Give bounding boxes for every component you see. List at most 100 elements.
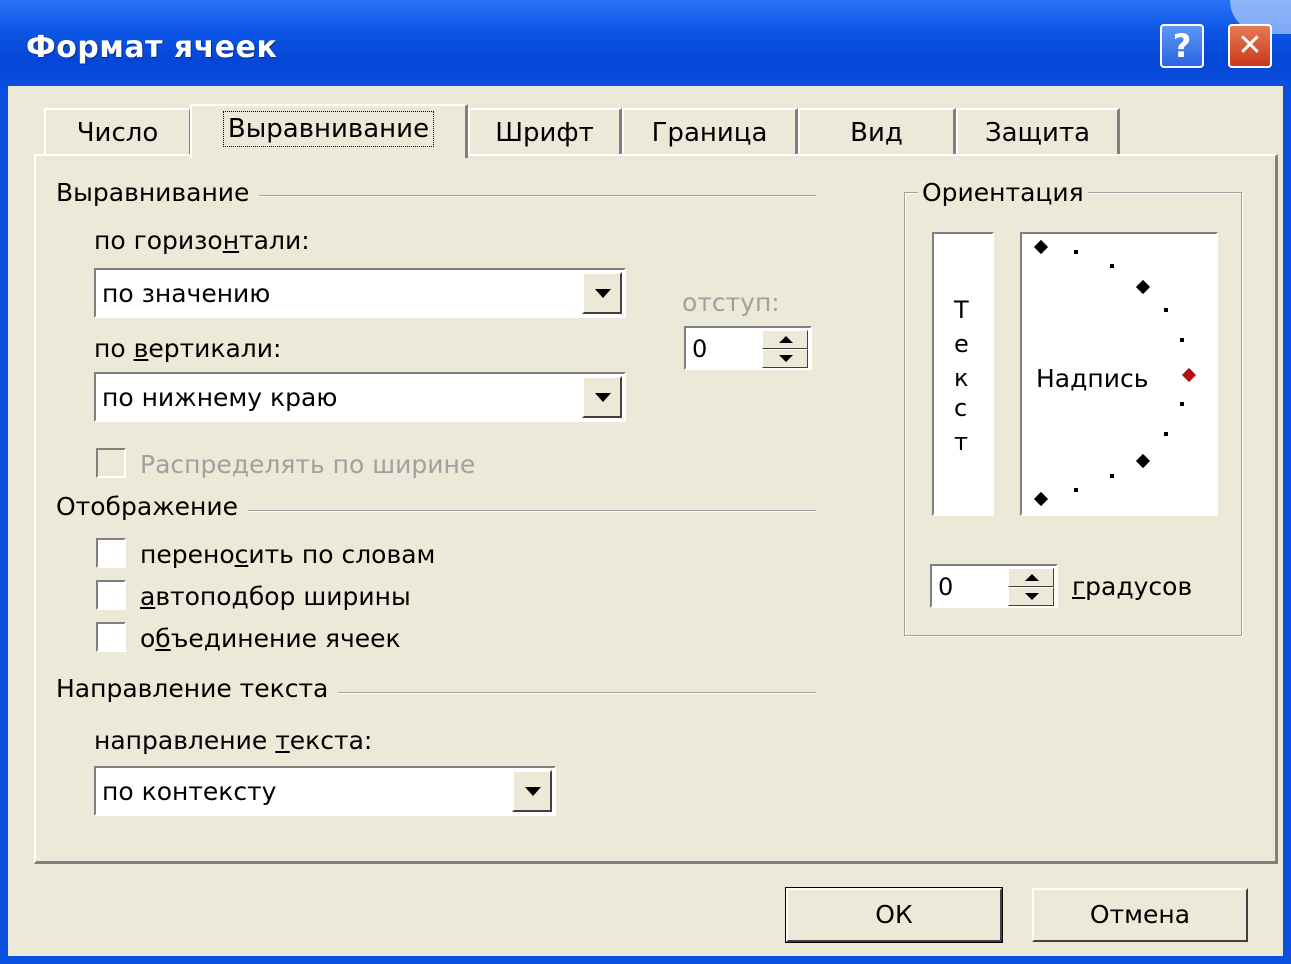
degrees-label: градусов xyxy=(1072,572,1192,601)
dial-dot xyxy=(1180,402,1184,406)
dial-marker-45 xyxy=(1135,279,1151,295)
wrap-label-part2: ить по словам xyxy=(248,540,436,569)
vertical-text-button[interactable]: Т е к с т xyxy=(932,232,994,516)
vertical-label-accel: в xyxy=(133,334,149,363)
merge-label-accel: б xyxy=(155,624,171,653)
tab-protection[interactable]: Защита xyxy=(956,108,1120,156)
indent-down-button[interactable] xyxy=(762,349,808,368)
display-group-label: Отображение xyxy=(56,492,249,521)
indent-spin-buttons xyxy=(762,330,808,368)
tab-view-label: Вид xyxy=(850,118,903,148)
dial-dot xyxy=(1180,338,1184,342)
merge-label-part1: о xyxy=(140,624,156,653)
vertical-letter: с xyxy=(954,394,968,422)
direction-label-part1: направление xyxy=(94,726,276,755)
autofit-label: автоподбор ширины xyxy=(140,582,411,611)
vertical-select[interactable]: по нижнему краю xyxy=(94,372,626,422)
merge-cells-label: объединение ячеек xyxy=(140,624,401,653)
degrees-label-accel: г xyxy=(1072,572,1086,601)
vertical-label: по вертикали: xyxy=(94,334,281,363)
close-button[interactable]: ✕ xyxy=(1228,24,1272,68)
horizontal-select-value: по значению xyxy=(102,279,271,308)
dial-dot xyxy=(1110,474,1114,478)
help-button[interactable]: ? xyxy=(1160,24,1204,68)
wrap-text-label: переносить по словам xyxy=(140,540,435,569)
tab-font[interactable]: Шрифт xyxy=(468,108,622,156)
ok-button[interactable]: ОК xyxy=(785,887,1003,943)
help-icon: ? xyxy=(1172,27,1192,65)
autofit-label-accel: а xyxy=(140,582,156,611)
degrees-label-part2: радусов xyxy=(1085,572,1193,601)
wrap-label-accel: с xyxy=(234,540,249,569)
vertical-label-part2: ертикали: xyxy=(148,334,282,363)
horizontal-dropdown-button[interactable] xyxy=(582,272,622,314)
direction-select[interactable]: по контексту xyxy=(94,766,556,816)
chevron-down-icon xyxy=(525,787,541,796)
dialog-title: Формат ячеек xyxy=(26,30,278,65)
horizontal-label-part2: тали: xyxy=(239,226,310,255)
dial-marker-0-selected xyxy=(1181,367,1197,383)
indent-label: отступ: xyxy=(682,288,780,317)
tab-number[interactable]: Число xyxy=(44,108,192,156)
degrees-value: 0 xyxy=(938,573,954,601)
distribute-label: Распределять по ширине xyxy=(140,450,476,479)
degrees-down-button[interactable] xyxy=(1008,587,1054,606)
orientation-dial[interactable]: Надпись xyxy=(1020,232,1218,516)
direction-dropdown-button[interactable] xyxy=(512,770,552,812)
vertical-dropdown-button[interactable] xyxy=(582,376,622,418)
tab-number-label: Число xyxy=(76,118,159,148)
direction-label-accel: т xyxy=(275,726,290,755)
tab-border-label: Граница xyxy=(651,118,768,148)
direction-select-value: по контексту xyxy=(102,777,277,806)
down-arrow-icon xyxy=(1025,593,1039,600)
wrap-label-part1: перено xyxy=(140,540,235,569)
chevron-down-icon xyxy=(595,289,611,298)
autofit-checkbox[interactable] xyxy=(96,580,126,610)
orientation-dial-label: Надпись xyxy=(1036,364,1149,393)
vertical-letter: Т xyxy=(954,296,969,324)
tab-alignment-label: Выравнивание xyxy=(222,111,435,147)
vertical-letter: е xyxy=(954,330,969,358)
indent-stepper[interactable]: 0 xyxy=(684,326,812,370)
title-bar[interactable]: Формат ячеек ? ✕ xyxy=(0,0,1291,86)
horizontal-select[interactable]: по значению xyxy=(94,268,626,318)
orientation-group-label: Ориентация xyxy=(918,178,1088,207)
tab-protection-label: Защита xyxy=(984,118,1091,148)
degrees-stepper[interactable]: 0 xyxy=(930,564,1058,608)
alignment-group-label: Выравнивание xyxy=(56,178,260,207)
chevron-down-icon xyxy=(595,393,611,402)
close-icon: ✕ xyxy=(1237,28,1263,63)
up-arrow-icon xyxy=(779,336,793,343)
horizontal-label-part1: по горизо xyxy=(94,226,223,255)
dial-marker-minus90 xyxy=(1033,491,1049,507)
dial-marker-minus45 xyxy=(1135,453,1151,469)
dial-dot xyxy=(1074,488,1078,492)
vertical-letter: к xyxy=(954,364,969,392)
wrap-text-checkbox[interactable] xyxy=(96,538,126,568)
tab-alignment[interactable]: Выравнивание xyxy=(190,104,468,158)
tab-border[interactable]: Граница xyxy=(622,108,798,156)
merge-cells-checkbox[interactable] xyxy=(96,622,126,652)
vertical-letter: т xyxy=(954,428,968,456)
degrees-up-button[interactable] xyxy=(1008,568,1054,587)
cancel-button[interactable]: Отмена xyxy=(1032,888,1248,942)
tab-view[interactable]: Вид xyxy=(798,108,956,156)
dial-dot xyxy=(1164,432,1168,436)
dial-dot xyxy=(1164,308,1168,312)
dial-marker-90 xyxy=(1033,239,1049,255)
autofit-label-part2: втоподбор ширины xyxy=(155,582,411,611)
indent-up-button[interactable] xyxy=(762,330,808,349)
dial-dot xyxy=(1110,264,1114,268)
up-arrow-icon xyxy=(1025,574,1039,581)
direction-label-part2: екста: xyxy=(289,726,373,755)
indent-value: 0 xyxy=(692,335,708,363)
horizontal-label: по горизонтали: xyxy=(94,226,310,255)
horizontal-label-accel: н xyxy=(222,226,240,255)
vertical-label-part1: по xyxy=(94,334,134,363)
direction-group-label: Направление текста xyxy=(56,674,339,703)
merge-label-part2: ъединение ячеек xyxy=(170,624,401,653)
degrees-spin-buttons xyxy=(1008,568,1054,606)
direction-label: направление текста: xyxy=(94,726,372,755)
dial-dot xyxy=(1074,250,1078,254)
distribute-checkbox[interactable] xyxy=(96,448,126,478)
